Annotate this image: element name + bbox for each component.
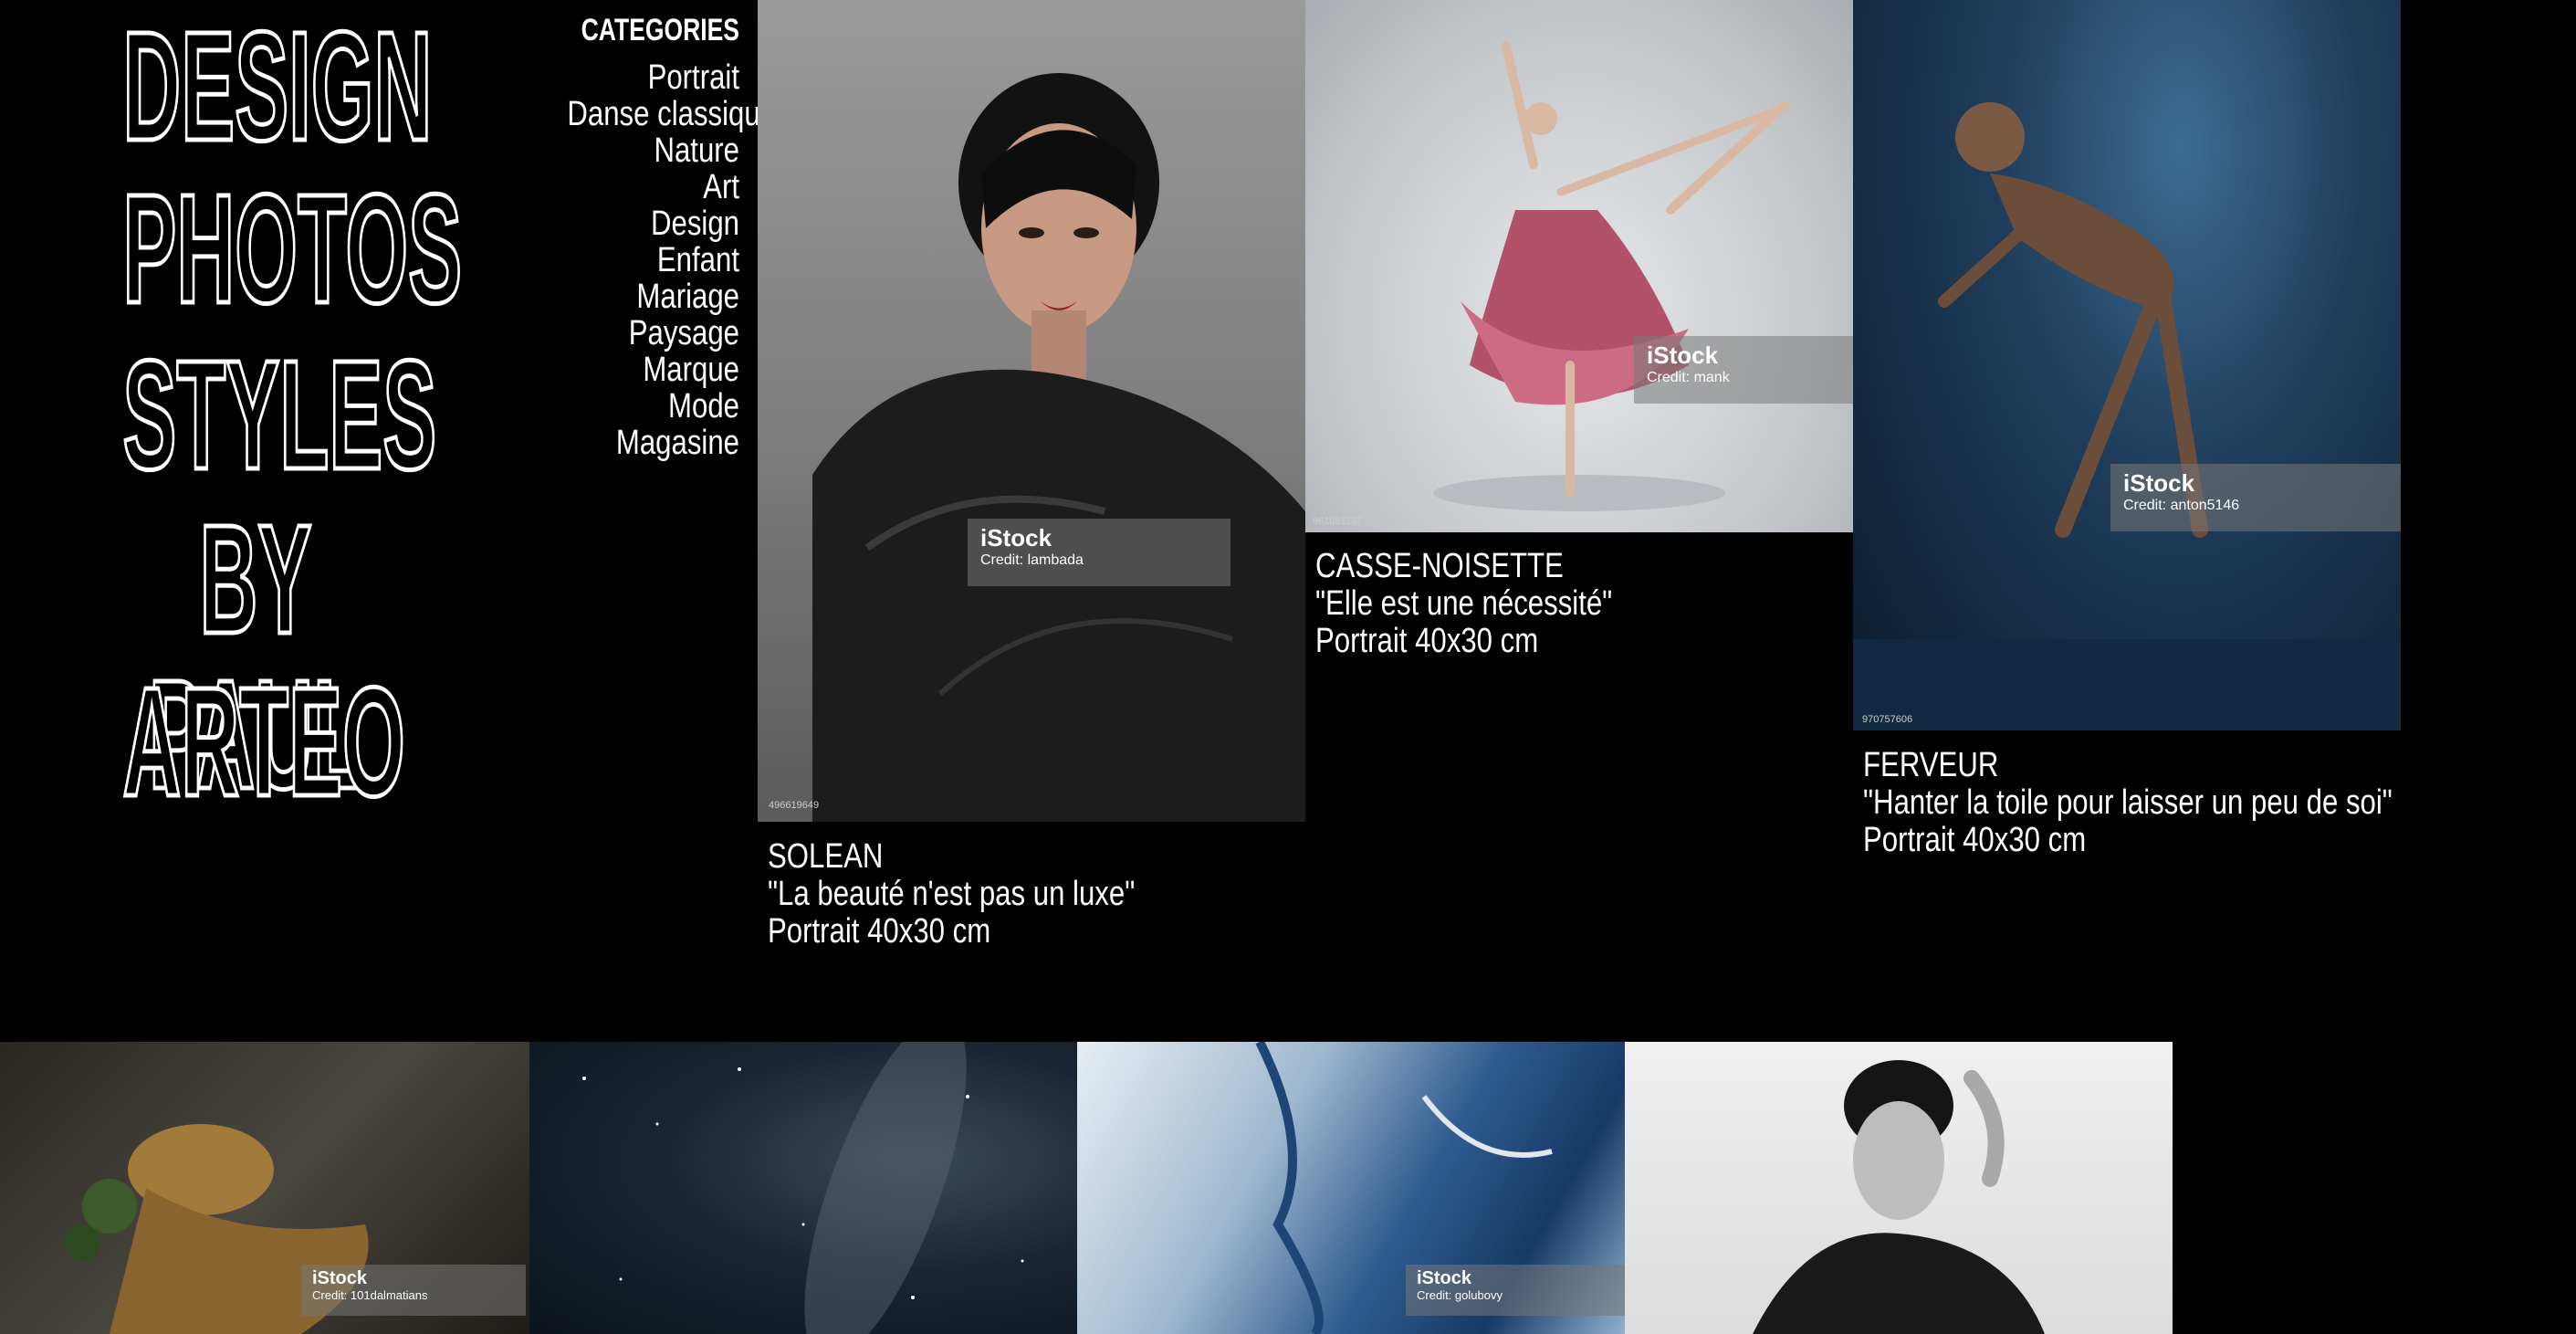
photo-name: SOLEAN — [768, 837, 884, 876]
category-danse-classique[interactable]: Danse classique — [567, 96, 776, 132]
photo-milky-way[interactable] — [529, 1042, 1077, 1334]
category-mode[interactable]: Mode — [567, 388, 739, 425]
watermark-badge: iStock Credit: 101dalmatians — [301, 1265, 526, 1316]
starry-sky-illustration — [582, 1042, 1024, 1334]
site-title-line-5: ARTEO — [121, 656, 406, 829]
watermark-badge: iStock Credit: golubovy — [1406, 1265, 1625, 1316]
caption-ferveur: FERVEUR "Hanter la toile pour laisser un… — [1863, 747, 2393, 859]
category-enfant[interactable]: Enfant — [567, 242, 739, 278]
watermark-brand: iStock — [312, 1268, 368, 1288]
watermark-badge: iStock Credit: anton5146 — [2110, 464, 2401, 531]
categories-heading: CATEGORIES — [581, 13, 739, 47]
caption-solean: SOLEAN "La beauté n'est pas un luxe" Por… — [768, 838, 1135, 951]
caption-casse-noisette: CASSE-NOISETTE "Elle est une nécessité" … — [1315, 548, 1612, 660]
image-id: 961051137 — [1313, 516, 1363, 527]
categories-menu: CATEGORIES Portrait Danse classique Natu… — [529, 13, 776, 461]
watermark-credit: Credit: lambada — [980, 552, 1084, 568]
category-mariage[interactable]: Mariage — [567, 278, 739, 315]
site-title-line-3: STYLES — [121, 329, 437, 502]
watermark-brand: iStock — [1417, 1268, 1472, 1288]
category-design[interactable]: Design — [567, 205, 739, 242]
photo-bw-portrait[interactable] — [1625, 1042, 2173, 1334]
category-art[interactable]: Art — [567, 169, 739, 205]
watermark-credit: Credit: anton5146 — [2123, 498, 2240, 513]
photo-format: Portrait 40x30 cm — [768, 912, 991, 951]
bw-woman-illustration — [1753, 1060, 2045, 1334]
category-portrait[interactable]: Portrait — [567, 59, 739, 96]
photo-ferveur[interactable]: iStock Credit: anton5146 970757606 — [1853, 0, 2401, 730]
image-id: 970757606 — [1862, 714, 1913, 725]
watermark-brand: iStock — [1647, 341, 1719, 369]
photo-name: FERVEUR — [1863, 746, 1999, 784]
photo-golden-figure[interactable]: iStock Credit: 101dalmatians — [0, 1042, 529, 1334]
category-marque[interactable]: Marque — [567, 352, 739, 388]
watermark-brand: iStock — [2123, 469, 2195, 497]
ballerina-illustration — [1433, 41, 1789, 511]
portrait-woman-illustration — [812, 73, 1305, 822]
photo-blue-marble[interactable]: iStock Credit: golubovy — [1077, 1042, 1625, 1334]
dancer-rain-illustration — [1853, 102, 2401, 730]
photo-solean[interactable]: iStock Credit: lambada 496619649 — [758, 0, 1305, 822]
photo-casse-noisette[interactable]: iStock Credit: mank 961051137 — [1305, 0, 1853, 532]
photo-format: Portrait 40x30 cm — [1863, 821, 2087, 859]
site-title-line-2: PHOTOS — [121, 163, 463, 336]
category-nature[interactable]: Nature — [567, 132, 739, 169]
watermark-badge: iStock Credit: mank — [1634, 336, 1853, 404]
image-id: 496619649 — [769, 800, 820, 811]
photo-quote: "Hanter la toile pour laisser un peu de … — [1863, 783, 2393, 822]
photo-quote: "Elle est une nécessité" — [1315, 584, 1613, 623]
watermark-badge: iStock Credit: lambada — [968, 519, 1230, 586]
photo-quote: "La beauté n'est pas un luxe" — [768, 875, 1136, 913]
watermark-brand: iStock — [980, 524, 1052, 551]
category-magasine[interactable]: Magasine — [567, 425, 739, 461]
site-title: DESIGN PHOTOS STYLES BY PAUL ARTEO — [0, 0, 511, 829]
photo-name: CASSE-NOISETTE — [1315, 547, 1564, 585]
photo-format: Portrait 40x30 cm — [1315, 622, 1539, 660]
watermark-credit: Credit: mank — [1647, 370, 1730, 385]
category-paysage[interactable]: Paysage — [567, 315, 739, 352]
watermark-credit: Credit: golubovy — [1417, 1288, 1503, 1302]
site-title-line-1: DESIGN — [121, 0, 434, 173]
watermark-credit: Credit: 101dalmatians — [312, 1288, 428, 1302]
